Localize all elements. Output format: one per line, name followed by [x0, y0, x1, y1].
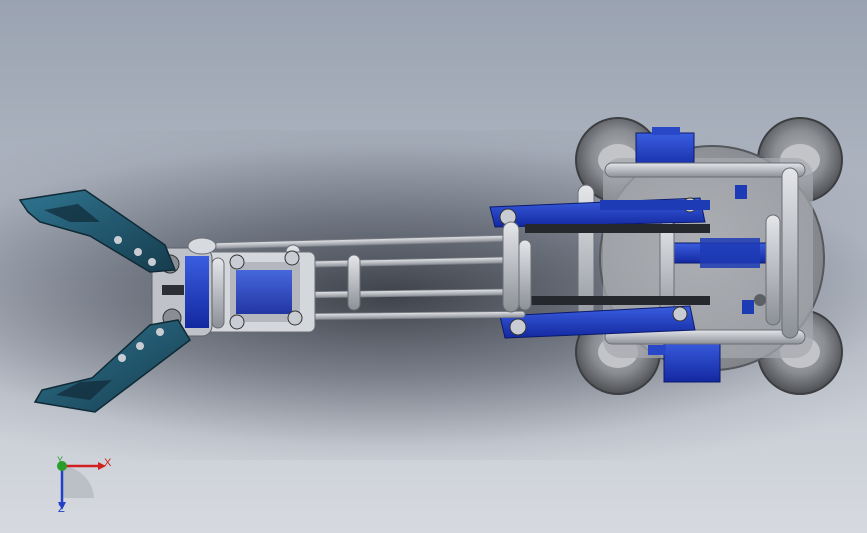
y-axis-label: Y [57, 455, 64, 465]
gripper-jaw-upper [18, 189, 177, 273]
wrist-assembly [204, 250, 316, 333]
3d-viewport[interactable]: X Y Z [0, 0, 867, 533]
robot-arm-model[interactable] [0, 0, 867, 533]
z-axis-label: Z [58, 503, 65, 515]
x-axis-label: X [104, 457, 112, 469]
gripper-jaw-lower [33, 319, 191, 413]
motor-center [661, 238, 771, 268]
